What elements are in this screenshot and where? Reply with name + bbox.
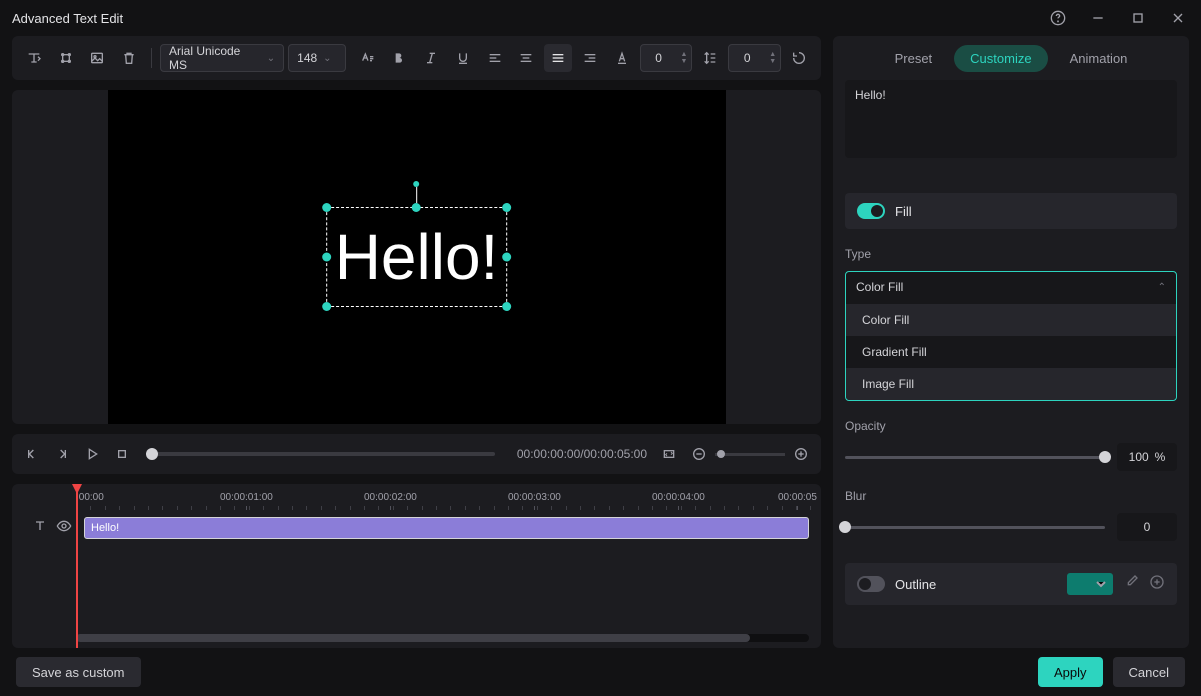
step-back-icon[interactable] bbox=[24, 446, 40, 462]
resize-handle[interactable] bbox=[322, 203, 331, 212]
outline-color-swatch[interactable] bbox=[1067, 573, 1113, 595]
timeline-ruler[interactable]: :00:00 00:00:01:00 00:00:02:00 00:00:03:… bbox=[12, 484, 821, 514]
resize-handle[interactable] bbox=[322, 302, 331, 311]
eyedropper-icon[interactable] bbox=[1123, 574, 1139, 595]
window-title: Advanced Text Edit bbox=[12, 11, 1047, 26]
font-size-select[interactable]: 148⌄ bbox=[288, 44, 346, 72]
fill-toggle[interactable] bbox=[857, 203, 885, 219]
maximize-icon[interactable] bbox=[1127, 7, 1149, 29]
loop-icon[interactable] bbox=[661, 446, 677, 462]
opacity-value[interactable]: 100% bbox=[1117, 443, 1177, 471]
blur-slider[interactable] bbox=[845, 526, 1105, 529]
save-as-custom-button[interactable]: Save as custom bbox=[16, 657, 141, 687]
visibility-icon[interactable] bbox=[56, 518, 72, 539]
playback-time: 00:00:00:00/00:00:05:00 bbox=[517, 447, 647, 461]
tab-preset[interactable]: Preset bbox=[879, 45, 949, 72]
cancel-button[interactable]: Cancel bbox=[1113, 657, 1185, 687]
transform-icon[interactable] bbox=[52, 44, 80, 72]
resize-handle[interactable] bbox=[502, 253, 511, 262]
delete-icon[interactable] bbox=[115, 44, 143, 72]
footer: Save as custom Apply Cancel bbox=[0, 648, 1201, 696]
step-forward-icon[interactable] bbox=[54, 446, 70, 462]
align-justify-icon[interactable] bbox=[544, 44, 572, 72]
panel-tabs: Preset Customize Animation bbox=[833, 36, 1189, 80]
fill-label: Fill bbox=[895, 204, 912, 219]
text-track-icon bbox=[32, 518, 48, 539]
minimize-icon[interactable] bbox=[1087, 7, 1109, 29]
italic-icon[interactable] bbox=[417, 44, 445, 72]
playhead[interactable] bbox=[76, 484, 78, 648]
resize-handle[interactable] bbox=[502, 203, 511, 212]
playback-bar: 00:00:00:00/00:00:05:00 bbox=[12, 434, 821, 474]
resize-handle[interactable] bbox=[502, 302, 511, 311]
playback-slider[interactable] bbox=[152, 452, 495, 456]
dropdown-item-color-fill[interactable]: Color Fill bbox=[846, 304, 1176, 336]
help-icon[interactable] bbox=[1047, 7, 1069, 29]
line-height-icon[interactable] bbox=[696, 44, 724, 72]
titlebar-controls bbox=[1047, 7, 1189, 29]
chevron-up-icon: ⌃ bbox=[1158, 282, 1166, 293]
align-right-icon[interactable] bbox=[576, 44, 604, 72]
preview-area: Hello! bbox=[12, 90, 821, 424]
text-tool-icon[interactable] bbox=[20, 44, 48, 72]
text-selection-box[interactable]: Hello! bbox=[326, 207, 508, 307]
blur-value[interactable]: 0 bbox=[1117, 513, 1177, 541]
toolbar: Arial Unicode MS⌄ 148⌄ 0▲▼ 0▲▼ bbox=[12, 36, 821, 80]
timeline-track: Hello! bbox=[12, 514, 821, 542]
reset-icon[interactable] bbox=[785, 44, 813, 72]
tab-animation[interactable]: Animation bbox=[1054, 45, 1144, 72]
dropdown-item-image-fill[interactable]: Image Fill bbox=[846, 368, 1176, 400]
titlebar: Advanced Text Edit bbox=[0, 0, 1201, 36]
properties-panel: Preset Customize Animation Fill Type Col… bbox=[833, 36, 1189, 648]
image-icon[interactable] bbox=[84, 44, 112, 72]
zoom-in-icon[interactable] bbox=[793, 446, 809, 462]
type-label: Type bbox=[845, 247, 1177, 261]
play-icon[interactable] bbox=[84, 446, 100, 462]
resize-handle[interactable] bbox=[322, 253, 331, 262]
opacity-slider[interactable] bbox=[845, 456, 1105, 459]
zoom-out-icon[interactable] bbox=[691, 446, 707, 462]
case-icon[interactable] bbox=[354, 44, 382, 72]
fill-type-dropdown[interactable]: Color Fill ⌃ Color Fill Gradient Fill Im… bbox=[845, 271, 1177, 401]
underline-icon[interactable] bbox=[449, 44, 477, 72]
char-spacing-input[interactable]: 0▲▼ bbox=[640, 44, 693, 72]
line-spacing-input[interactable]: 0▲▼ bbox=[728, 44, 781, 72]
timeline-scrollbar[interactable] bbox=[76, 634, 809, 642]
preview-text[interactable]: Hello! bbox=[335, 220, 499, 294]
preview-canvas[interactable]: Hello! bbox=[108, 90, 726, 424]
tab-customize[interactable]: Customize bbox=[954, 45, 1047, 72]
outline-label: Outline bbox=[895, 577, 936, 592]
dropdown-options: Color Fill Gradient Fill Image Fill bbox=[846, 304, 1176, 400]
text-content-input[interactable] bbox=[845, 80, 1177, 158]
add-icon[interactable] bbox=[1149, 574, 1165, 595]
blur-label: Blur bbox=[845, 489, 1177, 503]
outline-toggle[interactable] bbox=[857, 576, 885, 592]
opacity-label: Opacity bbox=[845, 419, 1177, 433]
timeline: :00:00 00:00:01:00 00:00:02:00 00:00:03:… bbox=[12, 484, 821, 648]
outline-section: Outline bbox=[845, 563, 1177, 605]
timeline-clip[interactable]: Hello! bbox=[84, 517, 809, 539]
bold-icon[interactable] bbox=[386, 44, 414, 72]
align-left-icon[interactable] bbox=[481, 44, 509, 72]
apply-button[interactable]: Apply bbox=[1038, 657, 1103, 687]
align-center-icon[interactable] bbox=[513, 44, 541, 72]
dropdown-item-gradient-fill[interactable]: Gradient Fill bbox=[846, 336, 1176, 368]
text-color-icon[interactable] bbox=[608, 44, 636, 72]
close-icon[interactable] bbox=[1167, 7, 1189, 29]
fill-section-header: Fill bbox=[845, 193, 1177, 229]
rotate-handle[interactable] bbox=[414, 181, 420, 187]
zoom-slider[interactable] bbox=[715, 453, 785, 456]
font-select[interactable]: Arial Unicode MS⌄ bbox=[160, 44, 284, 72]
stop-icon[interactable] bbox=[114, 446, 130, 462]
resize-handle[interactable] bbox=[412, 203, 421, 212]
